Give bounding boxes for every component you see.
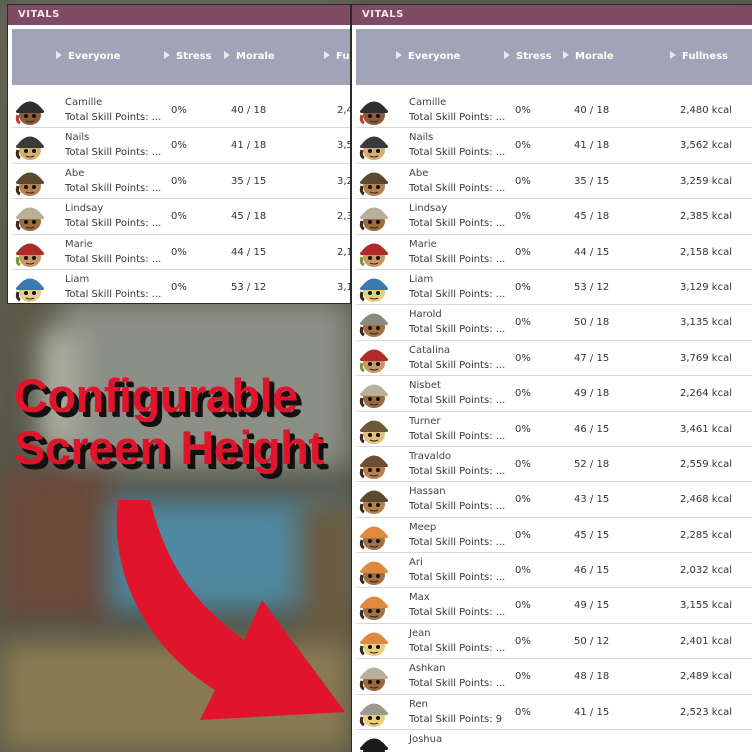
promo-text-line2: Screen Height (14, 421, 324, 474)
promo-text-line1: Configurable (14, 369, 298, 422)
